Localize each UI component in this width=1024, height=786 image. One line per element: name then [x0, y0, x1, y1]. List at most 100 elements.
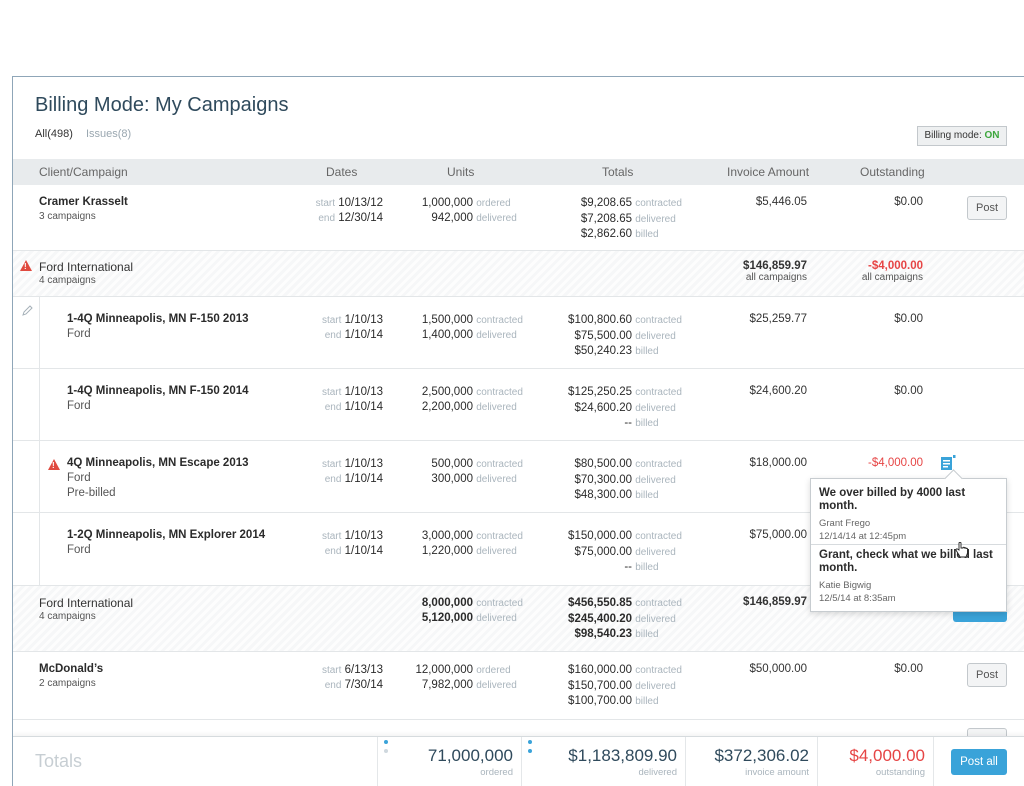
outstanding-amount: -$4,000.00: [868, 457, 923, 469]
footer-invoice: $372,306.02 invoice amount: [685, 737, 817, 786]
footer-delivered: $1,183,809.90 delivered: [521, 737, 685, 786]
units-contracted-label: contracted: [476, 459, 523, 470]
start-label: start: [321, 387, 342, 398]
client-name[interactable]: Cramer Krasselt: [39, 196, 128, 208]
totals-cell: $160,000.00 contracted $150,700.00 deliv…: [553, 663, 703, 710]
client-name[interactable]: Ford International: [39, 596, 133, 610]
edit-pencil-icon[interactable]: [21, 305, 33, 317]
end-date: 1/10/14: [344, 473, 383, 485]
campaign-name[interactable]: 4Q Minneapolis, MN Escape 2013: [67, 457, 249, 469]
table-row-group[interactable]: Ford International 4 campaigns $146,859.…: [13, 251, 1024, 297]
campaign-name[interactable]: 1-4Q Minneapolis, MN F-150 2013: [67, 313, 249, 325]
footer-delivered-value: $1,183,809.90: [568, 746, 677, 765]
dates-cell: start 1/10/13 end 1/10/14: [253, 385, 383, 415]
totals-cell: $125,250.25 contracted $24,600.20 delive…: [553, 385, 703, 432]
campaign-client: Ford: [67, 328, 91, 340]
units-delivered-label: delivered: [476, 402, 517, 413]
total-billed: $48,300.00: [574, 489, 632, 501]
table-row[interactable]: 1-4Q Minneapolis, MN F-150 2013 Ford sta…: [13, 297, 1024, 369]
dates-cell: start 10/13/12 end 12/30/14: [253, 196, 383, 226]
total-billed-label: billed: [635, 346, 659, 357]
post-button[interactable]: Post: [967, 196, 1007, 220]
header-units[interactable]: Units: [447, 165, 474, 179]
units-contracted: 2,500,000: [421, 386, 473, 398]
total-billed-label: billed: [635, 629, 659, 640]
table-row[interactable]: 1-4Q Minneapolis, MN F-150 2014 Ford sta…: [13, 369, 1024, 441]
total-contracted: $80,500.00: [574, 458, 632, 470]
header-totals[interactable]: Totals: [602, 165, 633, 179]
campaign-count: 2 campaigns: [39, 678, 96, 689]
footer-ordered-value: 71,000,000: [427, 746, 513, 765]
dates-cell: start 1/10/13 end 1/10/14: [253, 529, 383, 559]
client-name[interactable]: McDonald’s: [39, 663, 103, 675]
total-delivered: $245,400.20: [568, 612, 632, 625]
units-cell: 12,000,000 ordered 7,982,000 delivered: [413, 663, 525, 693]
units-delivered: 7,982,000: [421, 679, 473, 691]
units-delivered: 1,400,000: [421, 329, 473, 341]
header-invoice-amount[interactable]: Invoice Amount: [727, 165, 809, 179]
billing-panel: Billing Mode: My Campaigns All(498) Issu…: [12, 76, 1024, 786]
totals-cell: $150,000.00 contracted $75,000.00 delive…: [553, 529, 703, 576]
units-ordered: 1,000,000: [421, 197, 473, 209]
start-date: 6/13/13: [344, 664, 383, 676]
subrow-divider: [39, 297, 40, 586]
end-label: end: [324, 330, 342, 341]
total-contracted: $9,208.65: [580, 197, 632, 209]
total-contracted-label: contracted: [635, 459, 682, 470]
invoice-amount: $25,259.77: [749, 313, 807, 325]
units-delivered-label: delivered: [476, 474, 517, 485]
post-button[interactable]: Post: [967, 663, 1007, 687]
total-billed-label: billed: [635, 229, 659, 240]
note-item: We over billed by 4000 last month. Grant…: [819, 487, 1002, 542]
units-ordered-label: ordered: [476, 198, 511, 209]
table-row[interactable]: McDonald’s 2 campaigns start 6/13/13 end…: [13, 652, 1024, 720]
start-date: 10/13/12: [338, 197, 383, 209]
invoice-amount: $50,000.00: [749, 663, 807, 675]
totals-label: Totals: [35, 751, 83, 771]
start-label: start: [321, 315, 342, 326]
post-all-button[interactable]: Post all: [951, 749, 1007, 775]
units-contracted-label: contracted: [476, 315, 523, 326]
invoice-amount: $24,600.20: [749, 385, 807, 397]
units-cell: 1,000,000 ordered 942,000 delivered: [413, 196, 525, 226]
client-name[interactable]: Ford International: [39, 260, 133, 274]
filter-issues[interactable]: Issues(8): [86, 128, 131, 140]
pre-billed-status: Pre-billed: [67, 487, 116, 499]
header-dates[interactable]: Dates: [326, 165, 357, 179]
dates-cell: start 6/13/13 end 7/30/14: [253, 663, 383, 693]
campaign-count: 4 campaigns: [39, 611, 96, 622]
warning-icon: [20, 260, 32, 271]
end-label: end: [324, 546, 342, 557]
campaign-name[interactable]: 1-4Q Minneapolis, MN F-150 2014: [67, 385, 249, 397]
table-row[interactable]: Cramer Krasselt 3 campaigns start 10/13/…: [13, 185, 1024, 251]
total-contracted: $100,800.60: [568, 314, 632, 326]
end-date: 7/30/14: [344, 679, 383, 691]
units-delivered-label: delivered: [476, 330, 517, 341]
header-client[interactable]: Client/Campaign: [39, 165, 128, 179]
footer-delivered-label: delivered: [638, 767, 677, 778]
outstanding-amount: $0.00: [894, 313, 923, 325]
billing-mode-toggle[interactable]: Billing mode: ON: [917, 126, 1007, 146]
post-button[interactable]: [953, 612, 1007, 622]
table-header: Client/Campaign Dates Units Totals Invoi…: [13, 159, 1024, 185]
notes-popover: We over billed by 4000 last month. Grant…: [810, 478, 1007, 612]
billing-mode-value: ON: [984, 130, 1000, 141]
dots-indicator: [384, 740, 388, 758]
campaign-name[interactable]: 1-2Q Minneapolis, MN Explorer 2014: [67, 529, 265, 541]
total-delivered-label: delivered: [635, 213, 676, 225]
footer-outstanding-label: outstanding: [875, 767, 925, 778]
filter-all[interactable]: All(498): [35, 128, 73, 140]
total-billed: --: [624, 417, 632, 429]
footer-ordered-label: ordered: [480, 767, 513, 778]
start-label: start: [321, 459, 342, 470]
header-outstanding[interactable]: Outstanding: [860, 165, 925, 179]
units-contracted-label: contracted: [476, 387, 523, 398]
start-label: start: [321, 665, 342, 676]
units-cell: 3,000,000 contracted 1,220,000 delivered: [413, 529, 525, 559]
note-time: 12/14/14 at 12:45pm: [819, 531, 907, 542]
units-delivered: 1,220,000: [421, 545, 473, 557]
note-time: 12/5/14 at 8:35am: [819, 593, 896, 604]
start-label: start: [315, 198, 336, 209]
units-contracted-label: contracted: [476, 531, 523, 542]
campaign-client: Ford: [67, 472, 91, 484]
